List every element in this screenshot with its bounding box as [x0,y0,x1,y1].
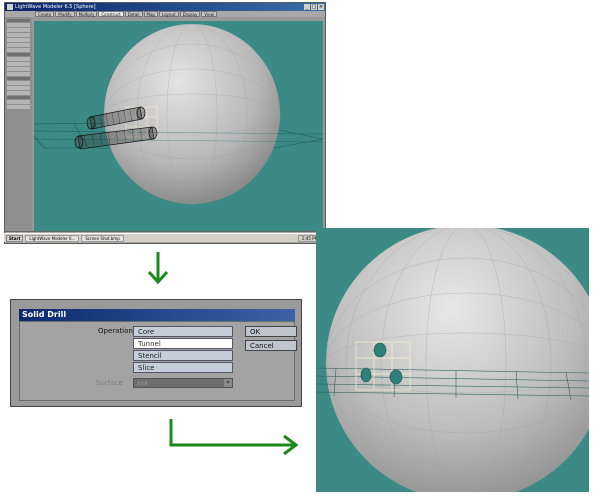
tool-group-header [7,19,30,22]
tab-display[interactable]: Display [179,11,201,17]
tool-button[interactable] [7,67,30,71]
tool-button[interactable] [7,28,30,32]
scene-render [34,23,323,205]
taskbar-item[interactable]: LightWave Modeler 6... [25,234,80,242]
tab-detail[interactable]: Detail [124,11,143,17]
modeler-titlebar: LightWave Modeler 6.5 [Sphere] _ □ × [5,3,325,11]
dialog-title: Solid Drill [19,309,295,321]
tool-button[interactable] [7,48,30,52]
maximize-button[interactable]: □ [311,4,317,10]
chevron-down-icon[interactable]: ▾ [224,379,232,387]
down-arrow-icon [147,252,169,285]
operation-tunnel[interactable]: Tunnel [133,338,233,349]
tool-button[interactable] [7,33,30,37]
tool-group-header [7,77,30,80]
tool-button[interactable] [7,86,30,90]
solid-drill-dialog: Solid Drill Operation Core Tunnel Stenci… [10,299,302,407]
operation-label: Operation [98,327,133,335]
tool-button[interactable] [7,38,30,42]
dialog-body: Operation Core Tunnel Stencil Slice Surf… [19,321,297,401]
modeler-title: LightWave Modeler 6.5 [Sphere] [15,4,96,10]
taskbar-item[interactable]: Screen Shot.bmp [81,234,124,242]
tab-layout[interactable]: Layout [158,11,179,17]
operation-stencil[interactable]: Stencil [133,350,233,361]
tab-modify[interactable]: Modify [55,11,75,17]
tool-button[interactable] [7,91,30,95]
tab-multiply[interactable]: Multiply [75,11,98,17]
tab-create[interactable]: Create [35,11,55,17]
result-render [316,228,589,492]
start-button[interactable]: Start [6,234,24,242]
hole [389,369,403,385]
tool-group-header [7,96,30,99]
operation-list: Core Tunnel Stencil Slice [133,326,233,374]
tool-button[interactable] [7,43,30,47]
hole [360,367,372,383]
tool-panel [5,17,32,231]
minimize-button[interactable]: _ [304,4,310,10]
result-viewport[interactable] [316,228,589,492]
tool-button[interactable] [7,100,30,104]
surface-select[interactable]: xxx [133,378,233,388]
app-icon [7,4,13,10]
tab-construct[interactable]: Construct [98,11,124,17]
tool-button[interactable] [7,57,30,61]
tool-group-header [7,53,30,56]
drilled-sphere [326,228,589,492]
tool-button[interactable] [7,23,30,27]
right-arrow-icon [169,419,299,456]
close-button[interactable]: × [318,4,324,10]
tab-view[interactable]: View [201,11,217,17]
tool-button[interactable] [7,105,30,109]
hole [373,342,387,358]
tool-button[interactable] [7,81,30,85]
operation-core[interactable]: Core [133,326,233,337]
window-controls: _ □ × [304,4,324,10]
tab-bar: Create Modify Multiply Construct Detail … [5,11,325,17]
ok-button[interactable]: OK [245,326,297,337]
tool-button[interactable] [7,62,30,66]
cancel-button[interactable]: Cancel [245,340,297,351]
windows-taskbar: Start LightWave Modeler 6... Screen Shot… [4,233,324,242]
operation-slice[interactable]: Slice [133,362,233,373]
tab-map[interactable]: Map [143,11,158,17]
tool-button[interactable] [7,72,30,76]
surface-label: Surface [96,379,123,387]
perspective-viewport[interactable] [34,21,323,231]
modeler-window: LightWave Modeler 6.5 [Sphere] _ □ × Cre… [4,2,326,244]
